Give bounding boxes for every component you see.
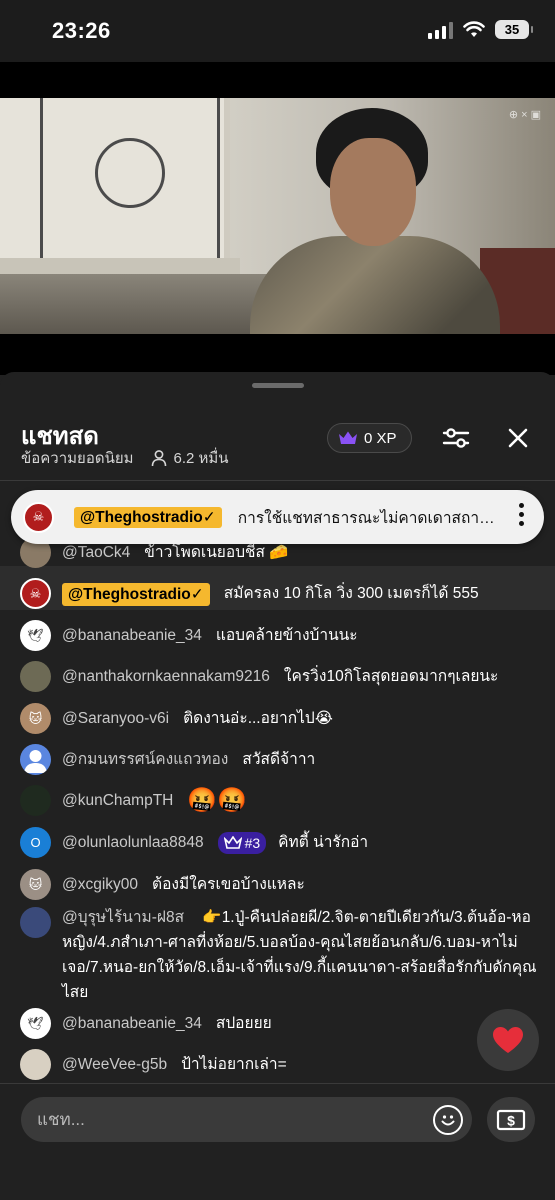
chat-message[interactable]: 🐱 @xcgiky00 ต้องมีใครเขอบ้างแหละ [20, 869, 541, 900]
super-chat-button[interactable]: $ [487, 1097, 535, 1142]
emoji-icon [441, 1115, 455, 1126]
xp-label: 0 XP [364, 429, 397, 447]
message-text: สปอยยย [215, 1015, 272, 1032]
pinned-message[interactable]: ☠ @Theghostradio✓ การใช้แชทสาธารณะไม่คาด… [11, 490, 544, 544]
message-author[interactable]: @WeeVee-g5b [62, 1054, 167, 1075]
pinned-text: การใช้แชทสาธารณะไม่คาดเดาสถานที่... [237, 509, 500, 527]
avatar[interactable]: 🕊 [20, 620, 51, 651]
battery-icon: 35 [495, 20, 533, 39]
message-text: ต้องมีใครเขอบ้างแหละ [152, 876, 305, 893]
reaction-button[interactable] [477, 1009, 539, 1071]
member-badge: #3 [217, 832, 267, 854]
message-author[interactable]: @xcgiky00 [62, 874, 138, 895]
chat-subtitle[interactable]: ข้อความยอดนิยม 6.2 หมื่น [21, 446, 229, 470]
avatar[interactable]: O [20, 827, 51, 858]
message-author[interactable]: @bananabeanie_34 [62, 1013, 202, 1034]
avatar[interactable] [20, 744, 51, 775]
video-scene-window [0, 98, 230, 274]
kebab-menu-icon[interactable] [519, 503, 524, 526]
avatar: ☠ [23, 501, 54, 533]
message-text: ข้าวโพดเนยอบชีส 🧀 [144, 544, 289, 561]
message-author[interactable]: @Saranyoo-v6i [62, 708, 169, 729]
chat-message[interactable]: O @olunlaolunlaa8848 #3 คิทตี้ น่ารักอ่า [20, 827, 541, 858]
pinned-author-badge[interactable]: @Theghostradio✓ [74, 506, 222, 528]
message-text: ป้าไม่อยากเล่า= [181, 1056, 287, 1073]
emoji-button[interactable] [433, 1105, 463, 1135]
xp-button[interactable]: 0 XP [327, 423, 412, 453]
message-text: สมัครลง 10 กิโล วิ่ง 300 เมตรก็ได้ 555 [223, 585, 479, 602]
person-icon [151, 450, 166, 467]
status-time: 23:26 [52, 18, 111, 43]
chat-message[interactable]: 🐱 @Saranyoo-v6i ติดงานอ่ะ...อยากไป😭 [20, 703, 541, 734]
video-player[interactable]: ⊕ × ▣ [0, 62, 555, 375]
wifi-icon [463, 21, 485, 37]
svg-text:$: $ [507, 1112, 515, 1128]
chat-message[interactable]: ☠ @Theghostradio✓ สมัครลง 10 กิโล วิ่ง 3… [20, 578, 541, 609]
chat-message[interactable]: @บุรุษไร้นาม-ฝ8ส 👉1.ปู่-คืนปล่อยผี/2.จิต… [20, 905, 541, 1005]
chat-input[interactable] [21, 1097, 472, 1142]
status-icons: 35 [428, 20, 533, 39]
message-text: สวัสดีจ้าาา [242, 751, 316, 768]
chat-message[interactable]: @กมนทรรศน์คงแถวทอง สวัสดีจ้าาา [20, 744, 541, 775]
message-author[interactable]: @olunlaolunlaa8848 [62, 832, 204, 853]
avatar[interactable]: 🕊 [20, 1008, 51, 1039]
chat-message[interactable]: 🕊 @bananabeanie_34 สปอยยย [20, 1008, 541, 1039]
superchat-icon: $ [496, 1109, 526, 1130]
chat-message[interactable]: @TaoCk4 ข้าวโพดเนยอบชีส 🧀 [20, 537, 541, 568]
message-author[interactable]: @บุรุษไร้นาม-ฝ8ส [62, 909, 184, 926]
close-chat-button[interactable] [502, 422, 534, 454]
default-avatar-icon [24, 750, 47, 773]
settings-sliders-icon [442, 428, 470, 448]
crown-icon [339, 431, 357, 444]
message-author[interactable]: @TaoCk4 [62, 542, 130, 563]
avatar[interactable] [20, 1049, 51, 1080]
input-divider [0, 1083, 555, 1084]
viewer-count-value: 6.2 หมื่น [173, 450, 229, 467]
avatar[interactable]: 🐱 [20, 869, 51, 900]
message-text: แอบคล้ายข้างบ้านนะ [215, 627, 358, 644]
chat-message[interactable]: @nanthakornkaennakam9216 ใครวิ่ง10กิโลสุ… [20, 661, 541, 692]
chat-settings-button[interactable] [440, 422, 472, 454]
message-text: คิทตี้ น่ารักอ่า [278, 834, 369, 851]
drag-handle[interactable] [252, 383, 304, 388]
avatar[interactable] [20, 661, 51, 692]
live-chat-panel: แชทสด ข้อความยอดนิยม 6.2 หมื่น 0 XP @Tao… [0, 372, 555, 1200]
message-author[interactable]: @nanthakornkaennakam9216 [62, 666, 270, 687]
video-frame[interactable]: ⊕ × ▣ [0, 98, 555, 334]
avatar[interactable]: ☠ [20, 578, 51, 609]
message-text: ใครวิ่ง10กิโลสุดยอดมากๆเลยนะ [283, 668, 499, 685]
avatar[interactable] [20, 785, 51, 816]
message-text: 🤬🤬 [187, 787, 248, 814]
heart-icon [493, 1026, 523, 1053]
channel-watermark: ⊕ × ▣ [508, 109, 541, 121]
message-author[interactable]: @กมนทรรศน์คงแถวทอง [62, 749, 228, 770]
crown-icon [223, 836, 242, 849]
status-bar: 23:26 35 [0, 0, 555, 62]
chat-mode-label[interactable]: ข้อความยอดนิยม [21, 446, 134, 470]
owner-author-badge[interactable]: @Theghostradio✓ [62, 583, 210, 606]
message-text: ติดงานอ่ะ...อยากไป😭 [183, 710, 333, 727]
message-author[interactable]: @kunChampTH [62, 790, 173, 811]
avatar[interactable] [20, 907, 51, 938]
message-author[interactable]: @bananabeanie_34 [62, 625, 202, 646]
chat-message[interactable]: 🕊 @bananabeanie_34 แอบคล้ายข้างบ้านนะ [20, 620, 541, 651]
signal-icon [428, 21, 453, 39]
member-badge-label: #3 [244, 834, 261, 851]
chat-message-list[interactable]: @TaoCk4 ข้าวโพดเนยอบชีส 🧀 ☠ @Theghostrad… [0, 480, 555, 1084]
avatar[interactable]: 🐱 [20, 703, 51, 734]
close-icon [508, 428, 528, 448]
chat-message[interactable]: @kunChampTH 🤬🤬 [20, 785, 541, 816]
chat-message[interactable]: @WeeVee-g5b ป้าไม่อยากเล่า= [20, 1049, 541, 1080]
viewer-count: 6.2 หมื่น [150, 446, 229, 470]
